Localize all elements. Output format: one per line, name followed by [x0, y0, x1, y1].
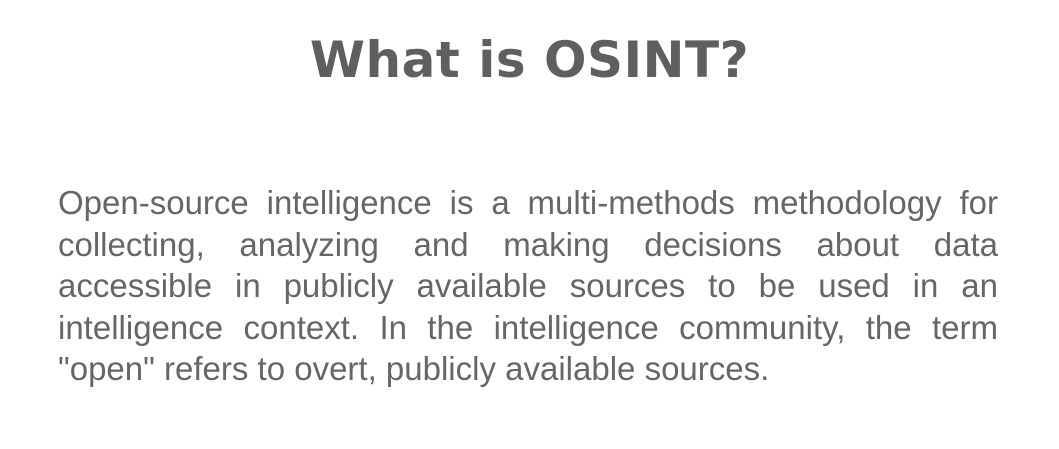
slide-page: What is OSINT? Open-source intelligence … [0, 0, 1059, 449]
page-title: What is OSINT? [309, 31, 750, 89]
definition-paragraph: Open-source intelligence is a multi-meth… [58, 184, 998, 387]
